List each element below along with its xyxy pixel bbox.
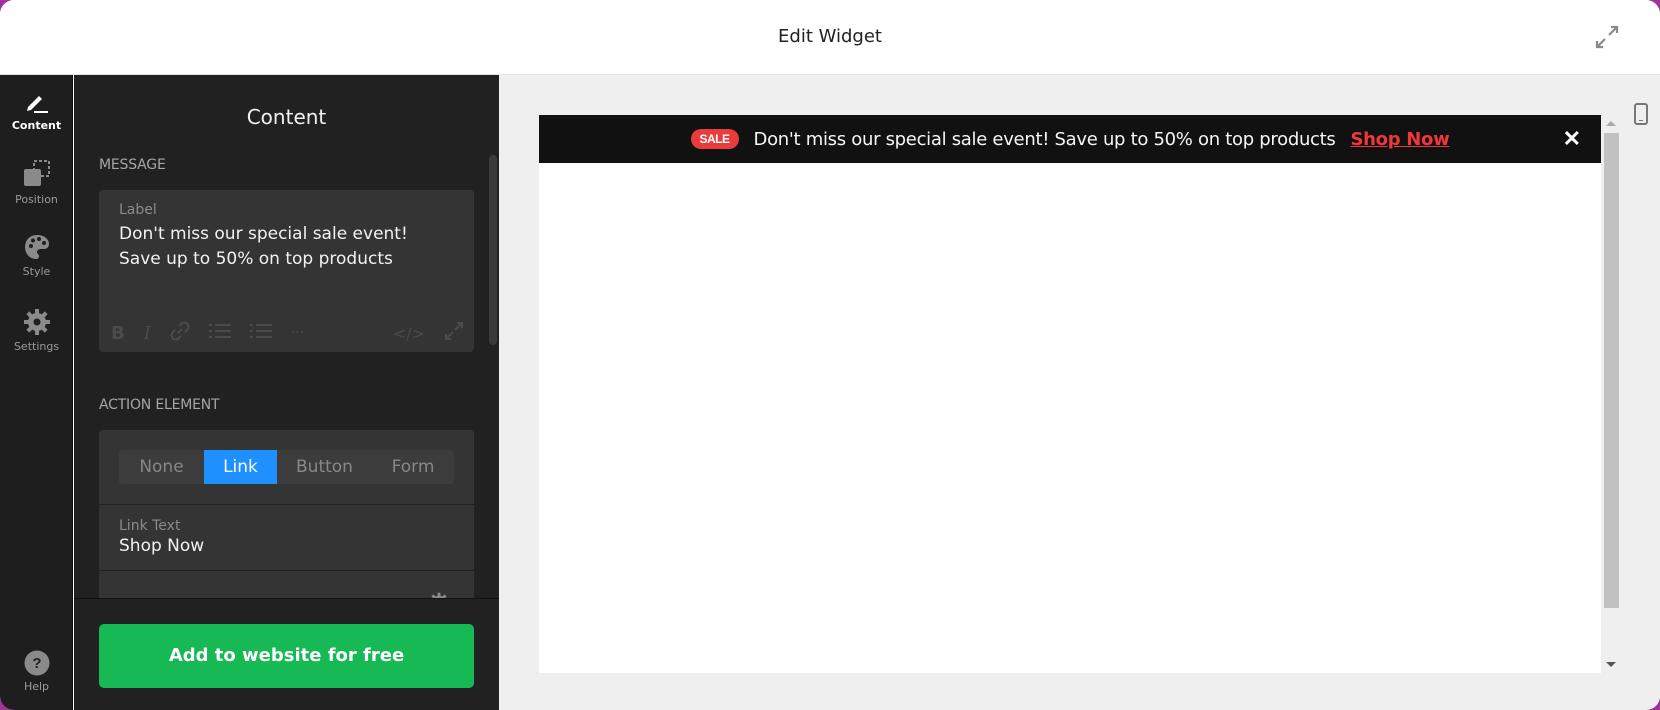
position-icon bbox=[23, 160, 50, 186]
action-element-section-label: ACTION ELEMENT bbox=[99, 397, 220, 413]
panel-scrollbar[interactable] bbox=[489, 155, 497, 345]
palette-icon bbox=[24, 235, 49, 259]
question-icon: ? bbox=[24, 650, 49, 676]
pencil-icon bbox=[26, 96, 48, 113]
preview-frame: SALE Don't miss our special sale event! … bbox=[539, 115, 1601, 673]
edit-widget-window: Edit Widget Content Position Style Setti… bbox=[0, 0, 1660, 710]
shop-now-link[interactable]: Shop Now bbox=[1351, 129, 1450, 150]
page-title: Edit Widget bbox=[778, 26, 882, 47]
sidebar-item-label: Style bbox=[22, 265, 51, 278]
svg-text:?: ? bbox=[32, 655, 41, 672]
link-icon[interactable] bbox=[170, 321, 190, 346]
announcement-message: Don't miss our special sale event! Save … bbox=[753, 128, 1336, 150]
bullet-list-icon[interactable] bbox=[208, 322, 231, 345]
scroll-up-icon[interactable] bbox=[1606, 121, 1616, 126]
expand-button[interactable] bbox=[1592, 22, 1622, 52]
scrollbar-thumb[interactable] bbox=[1604, 133, 1619, 608]
close-icon[interactable]: ✕ bbox=[1563, 126, 1581, 152]
sidebar-item-position[interactable]: Position bbox=[0, 159, 73, 206]
help-label: Help bbox=[23, 680, 50, 693]
message-field-label: Label bbox=[119, 202, 157, 218]
help-button[interactable]: ? Help bbox=[0, 650, 73, 693]
option-button[interactable]: Button bbox=[277, 450, 372, 484]
action-element-card: None Link Button Form Link Text Shop Now bbox=[99, 430, 474, 610]
fullscreen-icon[interactable] bbox=[444, 321, 464, 346]
sidebar-item-content[interactable]: Content bbox=[0, 89, 73, 132]
message-editor[interactable]: Label Don't miss our special sale event!… bbox=[99, 190, 474, 352]
preview-scrollbar[interactable] bbox=[1602, 115, 1620, 673]
more-icon[interactable]: ··· bbox=[291, 325, 304, 341]
sidebar-rail: Content Position Style Settings ? Help bbox=[0, 75, 73, 710]
code-icon[interactable]: </> bbox=[393, 324, 425, 343]
rich-text-toolbar: B I ··· </> bbox=[111, 320, 464, 346]
sidebar-item-label: Position bbox=[15, 193, 58, 206]
italic-icon[interactable]: I bbox=[144, 323, 151, 344]
sale-badge: SALE bbox=[690, 129, 739, 149]
message-input[interactable]: Don't miss our special sale event! Save … bbox=[119, 222, 449, 272]
option-form[interactable]: Form bbox=[372, 450, 454, 484]
divider bbox=[99, 570, 474, 571]
panel-footer: Add to website for free bbox=[74, 598, 499, 710]
gear-icon bbox=[23, 309, 50, 335]
panel-title: Content bbox=[246, 105, 327, 129]
announcement-bar: SALE Don't miss our special sale event! … bbox=[539, 115, 1601, 163]
link-text-field[interactable]: Link Text Shop Now bbox=[119, 518, 204, 556]
mobile-preview-icon[interactable] bbox=[1634, 103, 1648, 125]
expand-arrows-icon bbox=[1595, 25, 1619, 49]
bold-icon[interactable]: B bbox=[111, 323, 125, 344]
sidebar-item-style[interactable]: Style bbox=[0, 233, 73, 278]
action-type-selector: None Link Button Form bbox=[119, 450, 454, 484]
sidebar-item-label: Settings bbox=[13, 340, 60, 353]
scroll-down-icon[interactable] bbox=[1606, 662, 1616, 667]
content-panel: Content MESSAGE Label Don't miss our spe… bbox=[74, 75, 499, 710]
option-link[interactable]: Link bbox=[204, 450, 277, 484]
sidebar-item-label: Content bbox=[11, 119, 62, 132]
message-section-label: MESSAGE bbox=[99, 157, 166, 173]
link-text-input[interactable]: Shop Now bbox=[119, 536, 204, 556]
numbered-list-icon[interactable] bbox=[249, 322, 272, 345]
preview-area: SALE Don't miss our special sale event! … bbox=[499, 75, 1660, 710]
header-bar: Edit Widget bbox=[0, 0, 1660, 75]
add-to-website-button[interactable]: Add to website for free bbox=[99, 624, 474, 688]
divider bbox=[99, 504, 474, 505]
link-text-label: Link Text bbox=[119, 518, 181, 534]
option-none[interactable]: None bbox=[119, 450, 204, 484]
sidebar-item-settings[interactable]: Settings bbox=[0, 308, 73, 353]
